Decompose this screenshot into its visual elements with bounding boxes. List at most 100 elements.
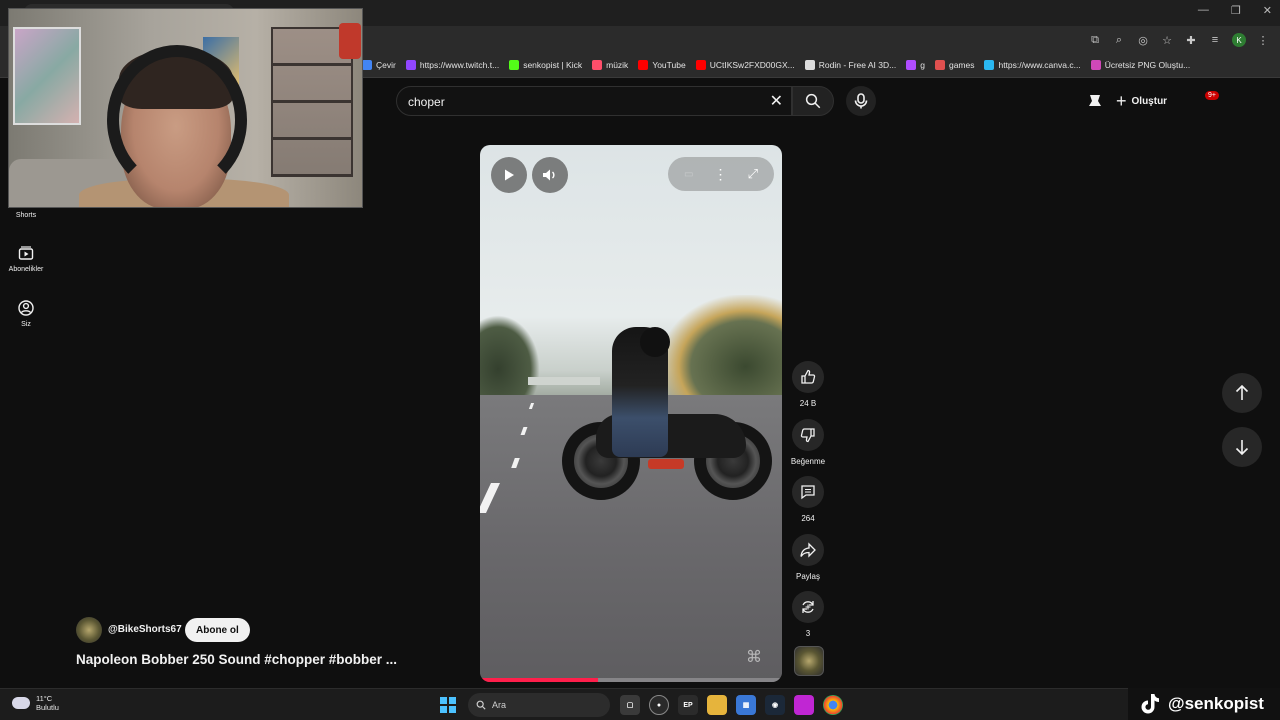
cast-icon[interactable] [1086, 92, 1104, 115]
like-count: 24 B [799, 399, 817, 408]
bookmark-label: Rodin - Free AI 3D... [818, 60, 897, 70]
sidebar-item-you[interactable]: Siz [0, 300, 52, 328]
share-label: Paylaş [795, 572, 820, 581]
search-button[interactable] [792, 86, 834, 116]
like-button[interactable] [792, 361, 824, 393]
minimize-icon[interactable]: — [1198, 4, 1209, 17]
voice-search-button[interactable] [846, 86, 876, 116]
app-icon[interactable] [794, 695, 814, 715]
search-input[interactable]: choper ✕ [396, 86, 792, 116]
taskbar-search[interactable]: Ara [468, 693, 610, 717]
thumbs-down-icon [800, 428, 815, 443]
bookmark-favicon-icon [405, 60, 416, 70]
remix-icon [802, 601, 814, 613]
bookmark-item[interactable]: müzik [592, 60, 628, 70]
bookmark-label: müzik [606, 60, 629, 70]
video-helmet [640, 327, 670, 357]
weather-condition: Bulutlu [36, 703, 59, 712]
thumbs-up-icon [801, 369, 816, 384]
address-bar-icons: ⧉ ⌕ ◎ ☆ ✚ ≡ K ⋮ [1088, 33, 1270, 47]
bookmark-item[interactable]: games [934, 60, 975, 70]
volume-button[interactable] [532, 157, 568, 193]
create-label: Oluştur [1131, 95, 1168, 107]
bookmark-item[interactable]: Rodin - Free AI 3D... [804, 60, 897, 70]
weather-widget[interactable]: 11°C Bulutlu [12, 694, 59, 712]
video-title[interactable]: Napoleon Bobber 250 Sound #chopper #bobb… [76, 652, 397, 667]
player-top-controls: ▭ ⋮ ⤢ [668, 157, 774, 191]
browser-menu-icon[interactable]: ⋮ [1256, 33, 1270, 47]
bookmark-item[interactable]: YouTube [638, 60, 686, 70]
lane-marking [511, 458, 520, 468]
bookmark-favicon-icon [695, 60, 706, 70]
progress-played[interactable] [480, 678, 598, 682]
extensions-icon[interactable]: ✚ [1184, 33, 1198, 47]
shorts-video-player[interactable]: ▭ ⋮ ⤢ ⌘ [480, 145, 782, 682]
share-icon [800, 542, 816, 558]
fullscreen-icon[interactable]: ⤢ [748, 166, 758, 182]
bookmark-item[interactable]: https://www.twitch.t... [405, 60, 499, 70]
bookmark-item[interactable]: senkopist | Kick [509, 60, 582, 70]
maximize-icon[interactable]: ❐ [1231, 4, 1241, 17]
bookmark-item[interactable]: g [906, 60, 925, 70]
share-button[interactable] [792, 534, 824, 566]
app-icon[interactable]: ● [649, 695, 669, 715]
bookmark-favicon-icon [509, 60, 520, 70]
channel-thumbnail[interactable] [794, 646, 824, 676]
bookmark-item[interactable]: https://www.canva.c... [984, 60, 1081, 70]
subscribe-button[interactable]: Abone ol [185, 618, 250, 642]
clear-search-icon[interactable]: ✕ [770, 91, 783, 111]
captions-icon[interactable]: ▭ [684, 169, 693, 180]
close-window-icon[interactable]: ✕ [1263, 4, 1272, 17]
bookmark-item[interactable]: Çevir [362, 60, 396, 70]
bookmark-item[interactable]: UCtIKSw2FXD00GX... [695, 60, 795, 70]
plus-icon: + [1116, 90, 1127, 111]
tiktok-handle: @senkopist [1168, 694, 1264, 713]
more-options-icon[interactable]: ⋮ [714, 166, 728, 183]
remix-action[interactable]: 3 [784, 591, 832, 638]
bookmark-item[interactable]: Ücretsiz PNG Oluştu... [1090, 60, 1190, 70]
progress-remaining[interactable] [597, 678, 782, 682]
previous-short-button[interactable] [1222, 373, 1262, 413]
eye-off-icon[interactable]: ◎ [1136, 33, 1150, 47]
tiktok-icon [1141, 694, 1159, 714]
arrow-down-icon [1235, 440, 1249, 455]
video-boots [648, 459, 684, 469]
next-short-button[interactable] [1222, 427, 1262, 467]
bookmark-label: Çevir [376, 60, 396, 70]
bookmark-favicon-icon [984, 60, 995, 70]
sidebar-item-shorts[interactable]: Shorts [0, 212, 52, 219]
profile-avatar[interactable]: K [1232, 33, 1246, 47]
like-action[interactable]: 24 B [784, 361, 832, 408]
webcam-poster [13, 27, 81, 125]
steam-icon[interactable]: ◉ [765, 695, 785, 715]
windows-start-icon[interactable] [440, 697, 456, 713]
store-icon[interactable]: ▦ [736, 695, 756, 715]
channel-avatar[interactable] [76, 617, 102, 643]
file-explorer-icon[interactable] [707, 695, 727, 715]
notification-badge[interactable]: 9+ [1205, 91, 1219, 100]
search-icon [805, 93, 821, 109]
sidebar-item-subscriptions[interactable]: Abonelikler [0, 245, 52, 273]
chrome-icon[interactable] [823, 695, 843, 715]
bookmark-favicon-icon [934, 60, 945, 70]
share-action[interactable]: Paylaş [784, 534, 832, 581]
lane-marking [480, 483, 500, 513]
install-icon[interactable]: ⧉ [1088, 33, 1102, 47]
play-button[interactable] [491, 157, 527, 193]
bookmark-favicon-icon [362, 60, 372, 70]
comments-button[interactable] [792, 476, 824, 508]
dislike-action[interactable]: Beğenme [784, 419, 832, 466]
zoom-icon[interactable]: ⌕ [1112, 33, 1126, 47]
remix-button[interactable] [792, 591, 824, 623]
task-view-icon[interactable]: ▢ [620, 695, 640, 715]
create-button[interactable]: + Oluştur [1116, 89, 1167, 113]
channel-name[interactable]: @BikeShorts67 [108, 624, 182, 635]
bookmark-favicon-icon [592, 60, 603, 70]
reading-list-icon[interactable]: ≡ [1208, 33, 1222, 47]
bookmark-label: games [948, 60, 975, 70]
dislike-button[interactable] [792, 419, 824, 451]
bookmark-star-icon[interactable]: ☆ [1160, 33, 1174, 47]
comments-action[interactable]: 264 [784, 476, 832, 523]
epic-games-icon[interactable]: EP [678, 695, 698, 715]
bookmark-favicon-icon [638, 60, 649, 70]
